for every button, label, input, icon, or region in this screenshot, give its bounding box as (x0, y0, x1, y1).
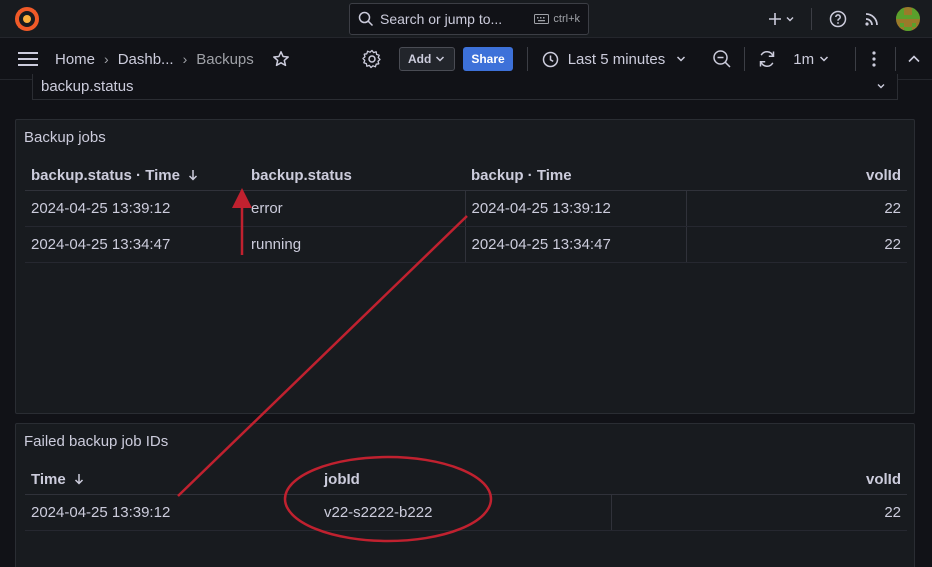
chevron-right-icon: › (104, 51, 109, 67)
refresh-interval-picker[interactable]: 1m (793, 51, 839, 68)
refresh-icon[interactable] (757, 49, 777, 69)
table-header-row: Time jobId volId (25, 465, 907, 495)
table-row: 2024-04-25 13:39:12 error 2024-04-25 13:… (25, 190, 907, 227)
column-header[interactable]: volId (686, 161, 907, 191)
table-cell: 2024-04-25 13:39:12 (465, 190, 687, 227)
avatar[interactable] (896, 7, 920, 31)
keyboard-icon (534, 14, 550, 24)
news-button[interactable] (858, 5, 886, 33)
chevron-up-icon[interactable] (906, 51, 922, 67)
panel-backup-jobs: Backup jobs backup.status · Time backup.… (15, 119, 915, 414)
chevron-down-icon (436, 56, 445, 62)
table-cell: 22 (611, 494, 907, 531)
time-range-picker[interactable]: Last 5 minutes (542, 51, 697, 68)
refresh-interval-label: 1m (793, 50, 815, 68)
panel-title[interactable]: Backup jobs (24, 129, 106, 146)
sort-descending-icon (188, 169, 197, 181)
star-icon[interactable] (272, 50, 290, 68)
chevron-down-icon (677, 56, 686, 62)
search-shortcut: ctrl+k (534, 13, 580, 25)
kebab-menu-icon[interactable] (868, 49, 880, 69)
breadcrumb-current: Backups (196, 50, 254, 68)
new-button[interactable] (763, 5, 799, 33)
chevron-down-icon (877, 84, 885, 89)
zoom-out-icon[interactable] (712, 49, 732, 69)
top-bar-actions (757, 0, 920, 38)
plus-icon (768, 13, 781, 25)
table-cell: error (245, 190, 466, 227)
panel-title[interactable]: Failed backup job IDs (24, 433, 168, 450)
table-row: 2024-04-25 13:34:47 running 2024-04-25 1… (25, 226, 907, 263)
chevron-down-icon (786, 17, 793, 22)
column-header[interactable]: backup.status · Time (25, 161, 245, 191)
search-shortcut-label: ctrl+k (553, 13, 580, 25)
top-bar: Search or jump to... ctrl+k (0, 0, 932, 38)
table-cell: 2024-04-25 13:39:12 (25, 494, 318, 531)
divider (526, 47, 528, 71)
table-row: 2024-04-25 13:39:12 v22-s2222-b222 22 (25, 494, 907, 531)
help-button[interactable] (824, 5, 852, 33)
grafana-logo-icon[interactable] (14, 6, 40, 32)
panel-failed-backup-job-ids: Failed backup job IDs Time jobId volId 2… (15, 423, 915, 567)
menu-icon[interactable] (17, 50, 39, 68)
sort-descending-icon (74, 473, 83, 485)
table-cell: running (245, 226, 466, 263)
table-header-row: backup.status · Time backup.status backu… (25, 161, 907, 191)
add-button[interactable]: Add (399, 47, 456, 71)
table-cell: 22 (686, 190, 907, 227)
backup-jobs-table: backup.status · Time backup.status backu… (25, 161, 907, 263)
rss-icon (865, 13, 878, 26)
share-button[interactable]: Share (463, 47, 513, 71)
column-header[interactable]: volId (611, 465, 907, 495)
search-input[interactable]: Search or jump to... ctrl+k (349, 3, 589, 35)
table-cell: 22 (686, 226, 907, 263)
search-icon (358, 11, 374, 27)
table-cell: 2024-04-25 13:34:47 (465, 226, 687, 263)
table-cell: 2024-04-25 13:39:12 (25, 190, 245, 227)
divider (811, 8, 812, 30)
time-range-label: Last 5 minutes (567, 50, 666, 68)
clock-icon (542, 51, 558, 67)
chevron-right-icon: › (182, 51, 188, 67)
search-placeholder: Search or jump to... (380, 11, 503, 27)
breadcrumb-home[interactable]: Home (55, 51, 95, 68)
breadcrumb-dashboards[interactable]: Dashb... (118, 51, 174, 68)
column-header[interactable]: Time (25, 465, 318, 495)
divider (895, 47, 897, 71)
gear-icon[interactable] (361, 48, 383, 70)
column-header[interactable]: backup.status (245, 161, 465, 191)
column-header[interactable]: jobId (318, 465, 611, 495)
divider (744, 47, 746, 71)
variable-value: backup.status (41, 78, 134, 95)
table-cell: v22-s2222-b222 (318, 494, 612, 531)
divider (855, 47, 857, 71)
column-header[interactable]: backup · Time (465, 161, 686, 191)
help-icon (829, 10, 847, 28)
add-button-label: Add (408, 52, 432, 66)
variable-select[interactable]: backup.status (32, 74, 898, 100)
table-cell: 2024-04-25 13:34:47 (25, 226, 245, 263)
chevron-down-icon (820, 56, 829, 62)
failed-jobs-table: Time jobId volId 2024-04-25 13:39:12 v22… (25, 465, 907, 531)
